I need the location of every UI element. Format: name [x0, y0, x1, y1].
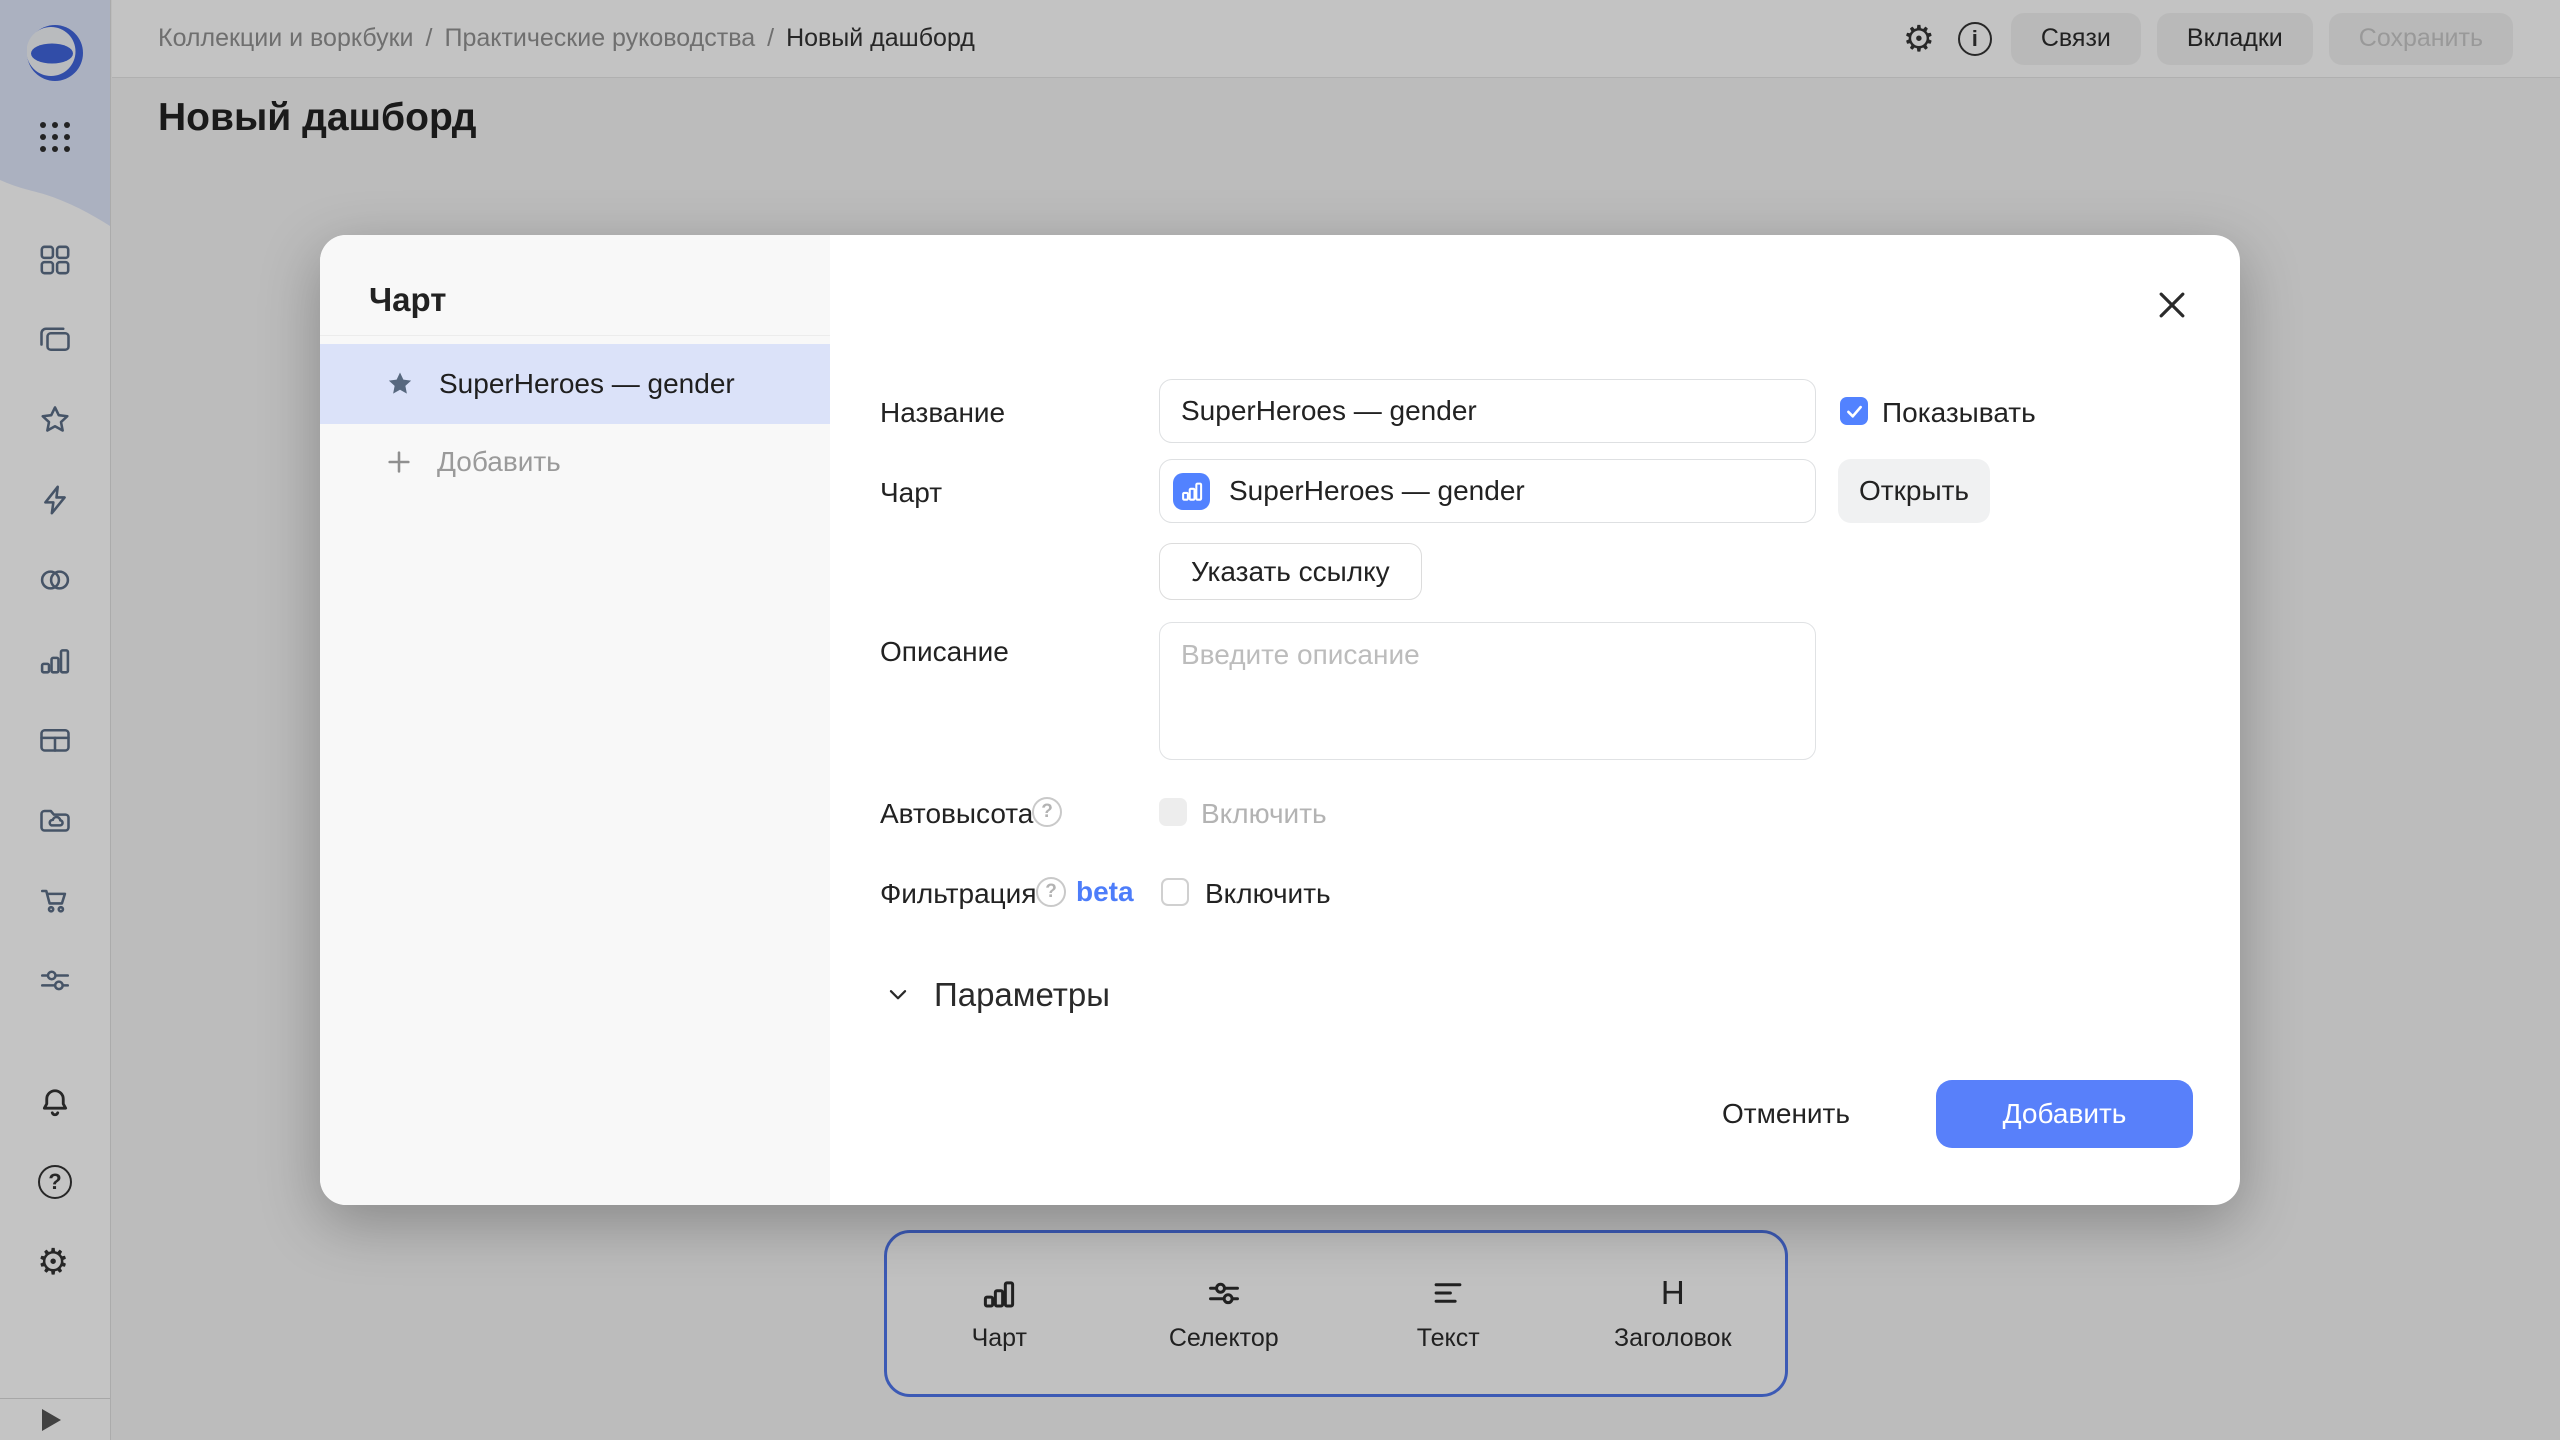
beta-badge: beta	[1076, 876, 1134, 908]
name-input[interactable]	[1159, 379, 1816, 443]
close-icon[interactable]	[2152, 285, 2192, 325]
filtering-enable-label[interactable]: Включить	[1205, 878, 1331, 910]
filtering-field-label: Фильтрация	[880, 878, 1036, 910]
parameters-section-toggle[interactable]: Параметры	[885, 976, 1110, 1014]
description-textarea[interactable]	[1159, 622, 1816, 760]
add-label: Добавить	[437, 446, 561, 478]
star-filled-icon	[385, 369, 415, 399]
open-chart-button[interactable]: Открыть	[1838, 459, 1990, 523]
show-checkbox-label[interactable]: Показывать	[1882, 397, 2036, 429]
name-field-label: Название	[880, 397, 1005, 429]
autoheight-field-label: Автовысота	[880, 798, 1033, 830]
autoheight-help-icon[interactable]: ?	[1032, 797, 1062, 827]
panel-divider	[320, 335, 830, 336]
autoheight-enable-label: Включить	[1201, 798, 1327, 830]
filtering-checkbox[interactable]	[1161, 878, 1189, 906]
plus-icon	[385, 448, 413, 476]
autoheight-checkbox-disabled	[1159, 798, 1187, 826]
chart-select-field[interactable]: SuperHeroes — gender	[1159, 459, 1816, 523]
chart-list-item-selected[interactable]: SuperHeroes — gender	[320, 344, 830, 424]
check-icon	[1844, 401, 1865, 422]
show-checkbox[interactable]	[1840, 397, 1868, 425]
parameters-label: Параметры	[934, 976, 1110, 1014]
add-chart-list-button[interactable]: Добавить	[385, 434, 561, 490]
modal-left-panel: Чарт SuperHeroes — gender Добавить	[320, 235, 830, 1205]
add-chart-modal: Чарт SuperHeroes — gender Добавить Назва…	[320, 235, 2240, 1205]
add-button[interactable]: Добавить	[1936, 1080, 2193, 1148]
specify-link-button[interactable]: Указать ссылку	[1159, 543, 1422, 600]
chart-item-label: SuperHeroes — gender	[439, 368, 735, 400]
cancel-button[interactable]: Отменить	[1720, 1080, 1852, 1148]
chart-chip-icon	[1173, 473, 1210, 510]
chart-select-value: SuperHeroes — gender	[1229, 475, 1525, 507]
description-field-label: Описание	[880, 636, 1009, 668]
filtering-help-icon[interactable]: ?	[1036, 877, 1066, 907]
panel-title: Чарт	[369, 281, 446, 319]
chevron-down-icon	[885, 982, 911, 1008]
chart-field-label: Чарт	[880, 477, 942, 509]
